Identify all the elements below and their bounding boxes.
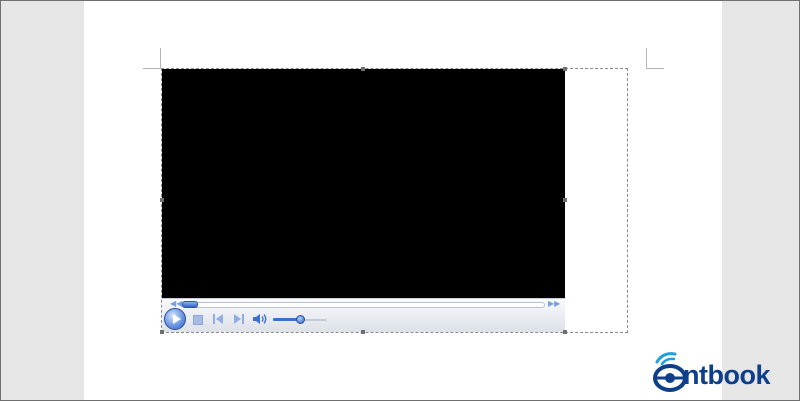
previous-icon-triangle bbox=[216, 314, 223, 324]
media-player[interactable]: ◀◀ ▶▶ bbox=[162, 69, 565, 332]
seek-bar[interactable] bbox=[182, 302, 545, 308]
next-icon bbox=[234, 314, 241, 324]
play-button[interactable] bbox=[164, 308, 186, 330]
resize-handle-bottom[interactable] bbox=[361, 330, 365, 334]
watermark-text: ntbook bbox=[683, 360, 770, 390]
seek-forward-icon[interactable]: ▶▶ bbox=[548, 299, 560, 309]
play-icon bbox=[173, 314, 181, 324]
resize-handle-left[interactable] bbox=[160, 198, 164, 202]
margin-corner-top-right bbox=[646, 48, 664, 69]
stop-button[interactable] bbox=[193, 315, 203, 325]
volume-icon[interactable] bbox=[253, 313, 269, 325]
resize-handle-top[interactable] bbox=[361, 67, 365, 71]
resize-handle-top-right[interactable] bbox=[563, 67, 567, 71]
seek-thumb[interactable] bbox=[182, 301, 198, 308]
control-bar: ◀◀ ▶▶ bbox=[162, 298, 565, 332]
video-area[interactable] bbox=[162, 69, 565, 298]
watermark-logo: ntbook bbox=[653, 350, 799, 396]
resize-handle-right[interactable] bbox=[563, 198, 567, 202]
resize-handle-bottom-left[interactable] bbox=[160, 330, 164, 334]
volume-knob[interactable] bbox=[296, 315, 305, 324]
margin-corner-top-left bbox=[143, 48, 161, 69]
previous-button[interactable] bbox=[213, 314, 225, 324]
next-button[interactable] bbox=[234, 314, 246, 324]
next-icon-bar bbox=[242, 314, 244, 324]
previous-icon bbox=[213, 314, 215, 324]
resize-handle-bottom-right[interactable] bbox=[563, 330, 567, 334]
